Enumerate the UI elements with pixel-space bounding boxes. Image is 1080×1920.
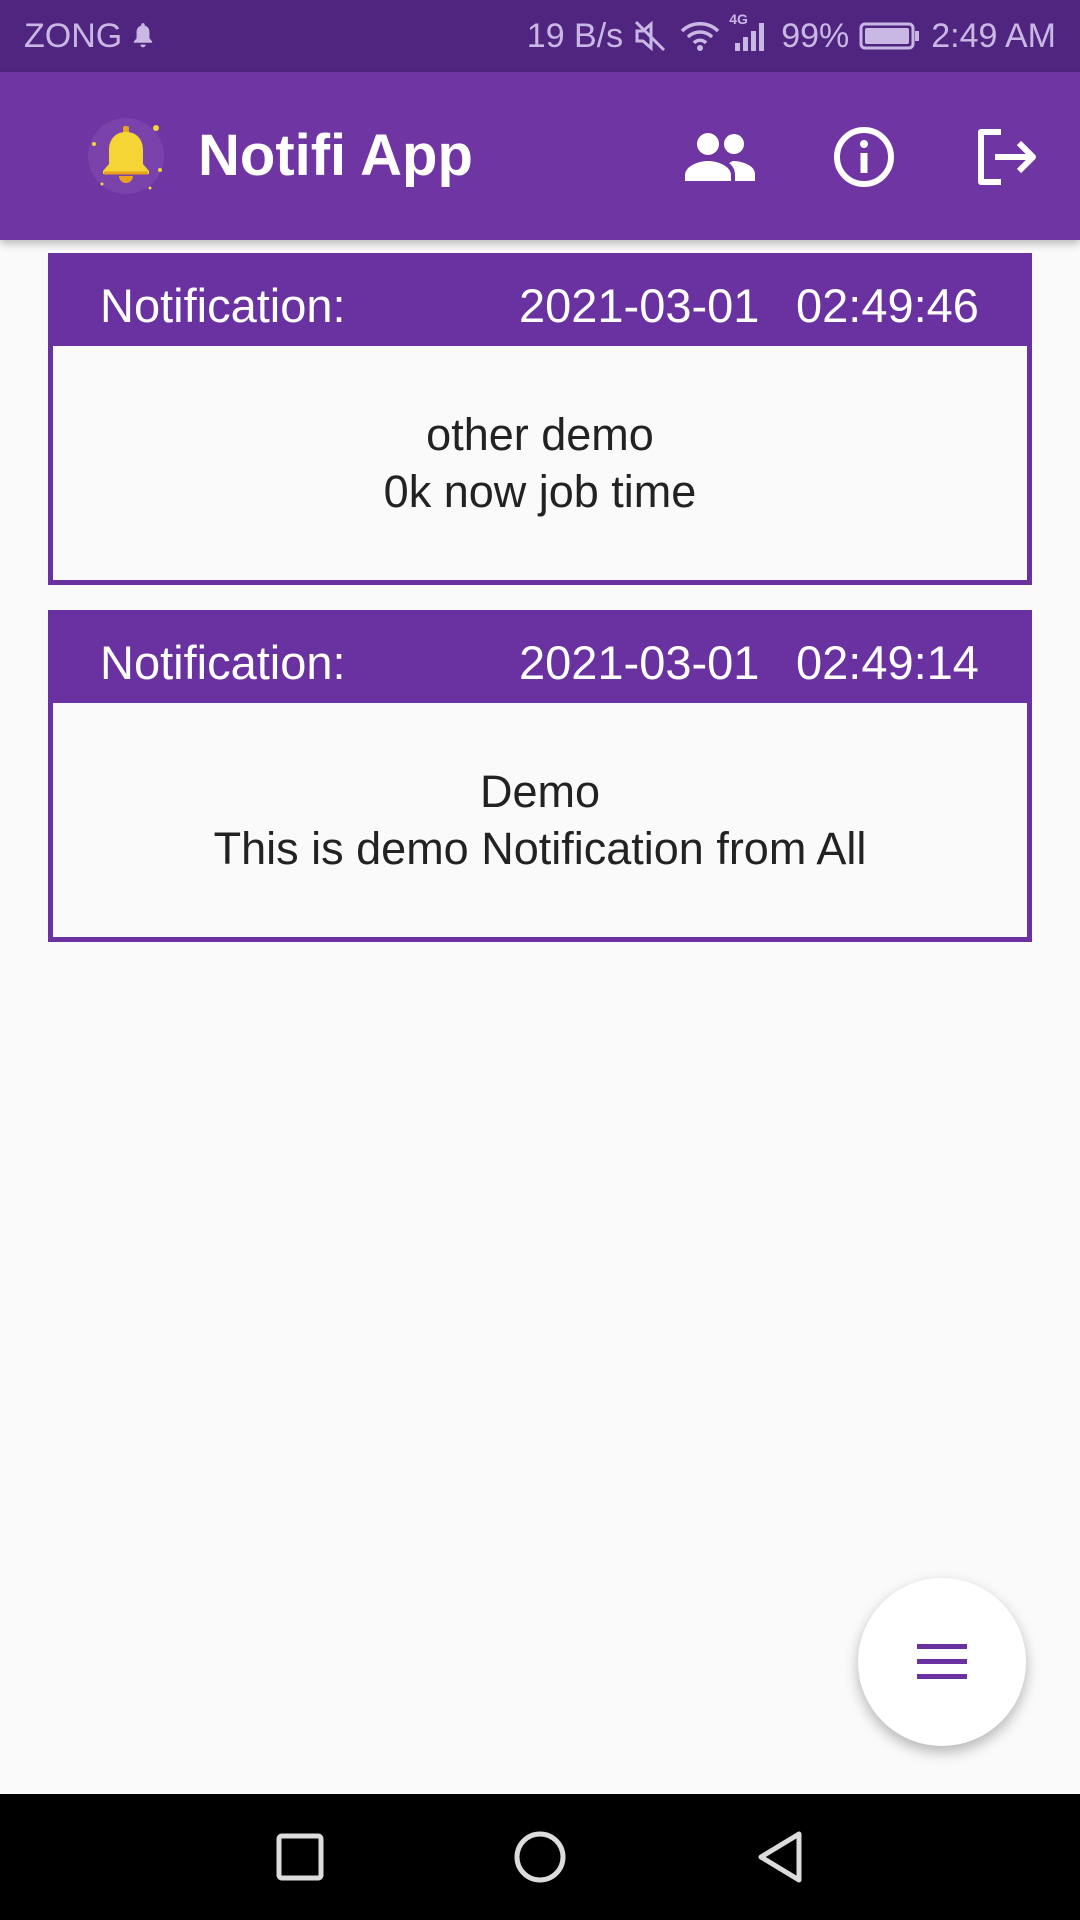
wifi-icon: [679, 19, 721, 53]
menu-icon: [917, 1644, 967, 1679]
status-right: 19 B/s 4G 99% 2:49 AM: [526, 11, 1056, 56]
network-type: 4G: [729, 11, 748, 27]
notification-label: Notification:: [100, 279, 346, 332]
notification-date: 2021-03-01: [519, 279, 760, 332]
exit-icon: [978, 129, 1036, 185]
navigation-bar: [0, 1794, 1080, 1920]
notification-bell-icon: [130, 21, 156, 51]
menu-fab-button[interactable]: [858, 1578, 1026, 1746]
battery-percent: 99%: [781, 16, 850, 55]
notification-date: 2021-03-01: [519, 636, 760, 689]
users-button[interactable]: [681, 118, 759, 196]
notification-header: Notification: 2021-03-01 02:49:46: [53, 258, 1027, 346]
battery-icon: [859, 21, 921, 51]
notification-body: Demo This is demo Notification from All: [53, 703, 1027, 937]
notification-title: other demo: [426, 409, 654, 460]
notification-time: 02:49:14: [796, 636, 979, 689]
bell-logo-icon: [84, 114, 168, 198]
notification-time: 02:49:46: [796, 279, 979, 332]
signal-icon: 4G: [729, 11, 771, 53]
clock: 2:49 AM: [931, 16, 1056, 55]
notification-title: Demo: [479, 766, 601, 817]
app-title: Notifi App: [198, 123, 473, 188]
app-bar: Notifi App: [0, 72, 1080, 240]
notification-header: Notification: 2021-03-01 02:49:14: [53, 615, 1027, 703]
people-icon: [685, 133, 755, 181]
notification-message: This is demo Notification from All: [213, 823, 867, 874]
notification-message: 0k now job time: [383, 466, 697, 517]
recents-button[interactable]: [265, 1822, 335, 1892]
triangle-back-icon: [758, 1831, 802, 1883]
data-rate: 19 B/s: [526, 16, 624, 55]
notification-label: Notification:: [100, 636, 346, 689]
info-icon: [834, 127, 894, 187]
home-button[interactable]: [505, 1822, 575, 1892]
notification-body: other demo 0k now job time: [53, 346, 1027, 580]
info-button[interactable]: [825, 118, 903, 196]
logout-button[interactable]: [968, 118, 1046, 196]
square-icon: [276, 1833, 324, 1881]
back-button[interactable]: [745, 1822, 815, 1892]
notification-card[interactable]: Notification: 2021-03-01 02:49:46 other …: [48, 253, 1032, 585]
status-left: ZONG: [24, 17, 156, 56]
circle-icon: [514, 1831, 566, 1883]
mute-icon: [633, 19, 669, 53]
notification-card[interactable]: Notification: 2021-03-01 02:49:14 Demo T…: [48, 610, 1032, 942]
carrier-name: ZONG: [24, 16, 123, 55]
status-bar: ZONG 19 B/s 4G 99% 2:49 AM: [0, 0, 1080, 72]
